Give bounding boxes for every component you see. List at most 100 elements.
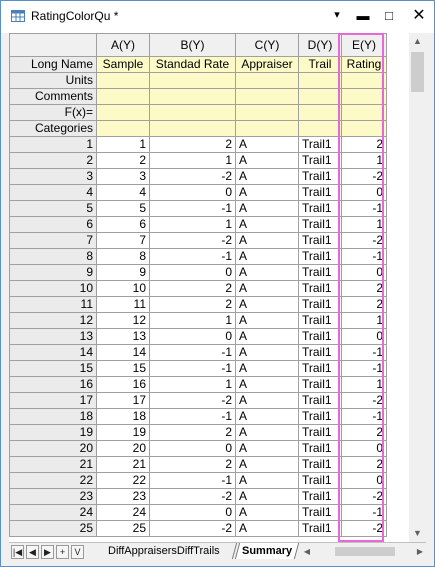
appraiser-cell[interactable]: A xyxy=(235,360,299,377)
row-number[interactable]: 23 xyxy=(9,488,97,505)
trail-cell[interactable]: Trail1 xyxy=(298,232,342,249)
row-label-long-name[interactable]: Long Name xyxy=(9,56,97,73)
trail-cell[interactable]: Trail1 xyxy=(298,168,342,185)
units-cell[interactable] xyxy=(235,72,299,89)
row-number[interactable]: 19 xyxy=(9,424,97,441)
column-header-e[interactable]: E(Y) xyxy=(341,33,387,57)
categories-cell[interactable] xyxy=(298,120,342,137)
maximize-button[interactable]: □ xyxy=(373,1,405,33)
trail-cell[interactable]: Trail1 xyxy=(298,184,342,201)
appraiser-cell[interactable]: A xyxy=(235,456,299,473)
rating-cell[interactable]: -1 xyxy=(341,360,387,377)
trail-cell[interactable]: Trail1 xyxy=(298,248,342,265)
fx-cell[interactable] xyxy=(235,104,299,121)
trail-cell[interactable]: Trail1 xyxy=(298,440,342,457)
scroll-right-arrow-icon[interactable]: ▶ xyxy=(414,545,426,558)
row-number[interactable]: 17 xyxy=(9,392,97,409)
standard-rate-cell[interactable]: -2 xyxy=(149,392,236,409)
row-number[interactable]: 18 xyxy=(9,408,97,425)
long-name-cell[interactable]: Appraiser xyxy=(235,56,299,73)
sample-cell[interactable]: 11 xyxy=(96,296,150,313)
rating-cell[interactable]: -1 xyxy=(341,200,387,217)
row-number[interactable]: 9 xyxy=(9,264,97,281)
row-number[interactable]: 15 xyxy=(9,360,97,377)
sample-cell[interactable]: 7 xyxy=(96,232,150,249)
rating-cell[interactable]: -2 xyxy=(341,168,387,185)
long-name-cell[interactable]: Rating xyxy=(341,56,387,73)
categories-cell[interactable] xyxy=(235,120,299,137)
rating-cell[interactable]: -2 xyxy=(341,520,387,537)
standard-rate-cell[interactable]: -1 xyxy=(149,248,236,265)
rating-cell[interactable]: 0 xyxy=(341,328,387,345)
long-name-cell[interactable]: Trail xyxy=(298,56,342,73)
trail-cell[interactable]: Trail1 xyxy=(298,216,342,233)
sample-cell[interactable]: 22 xyxy=(96,472,150,489)
row-number[interactable]: 8 xyxy=(9,248,97,265)
categories-cell[interactable] xyxy=(149,120,236,137)
sample-cell[interactable]: 10 xyxy=(96,280,150,297)
column-header-c[interactable]: C(Y) xyxy=(235,33,299,57)
row-number[interactable]: 11 xyxy=(9,296,97,313)
fx-cell[interactable] xyxy=(341,104,387,121)
sample-cell[interactable]: 17 xyxy=(96,392,150,409)
trail-cell[interactable]: Trail1 xyxy=(298,328,342,345)
appraiser-cell[interactable]: A xyxy=(235,264,299,281)
row-number[interactable]: 21 xyxy=(9,456,97,473)
vertical-scroll-thumb[interactable] xyxy=(411,52,424,92)
appraiser-cell[interactable]: A xyxy=(235,328,299,345)
appraiser-cell[interactable]: A xyxy=(235,152,299,169)
sample-cell[interactable]: 12 xyxy=(96,312,150,329)
sheet-tab-summary[interactable]: Summary xyxy=(234,543,300,559)
trail-cell[interactable]: Trail1 xyxy=(298,504,342,521)
standard-rate-cell[interactable]: -2 xyxy=(149,520,236,537)
sample-cell[interactable]: 20 xyxy=(96,440,150,457)
sample-cell[interactable]: 3 xyxy=(96,168,150,185)
standard-rate-cell[interactable]: 1 xyxy=(149,216,236,233)
rating-cell[interactable]: 0 xyxy=(341,472,387,489)
column-header-b[interactable]: B(Y) xyxy=(149,33,236,57)
rating-cell[interactable]: 2 xyxy=(341,424,387,441)
appraiser-cell[interactable]: A xyxy=(235,408,299,425)
row-label-comments[interactable]: Comments xyxy=(9,88,97,105)
standard-rate-cell[interactable]: 1 xyxy=(149,152,236,169)
standard-rate-cell[interactable]: 0 xyxy=(149,328,236,345)
vertical-scrollbar[interactable]: ▲ ▼ xyxy=(409,33,426,542)
row-number[interactable]: 7 xyxy=(9,232,97,249)
row-number[interactable]: 2 xyxy=(9,152,97,169)
rating-cell[interactable]: -1 xyxy=(341,248,387,265)
column-header-a[interactable]: A(Y) xyxy=(96,33,150,57)
row-number[interactable]: 12 xyxy=(9,312,97,329)
sample-cell[interactable]: 6 xyxy=(96,216,150,233)
standard-rate-cell[interactable]: -2 xyxy=(149,232,236,249)
scroll-up-arrow-icon[interactable]: ▲ xyxy=(409,33,426,50)
sample-cell[interactable]: 15 xyxy=(96,360,150,377)
trail-cell[interactable]: Trail1 xyxy=(298,344,342,361)
row-number[interactable]: 24 xyxy=(9,504,97,521)
standard-rate-cell[interactable]: 2 xyxy=(149,296,236,313)
standard-rate-cell[interactable]: 1 xyxy=(149,376,236,393)
standard-rate-cell[interactable]: -2 xyxy=(149,488,236,505)
appraiser-cell[interactable]: A xyxy=(235,216,299,233)
row-number[interactable]: 22 xyxy=(9,472,97,489)
rating-cell[interactable]: 1 xyxy=(341,312,387,329)
standard-rate-cell[interactable]: -1 xyxy=(149,360,236,377)
trail-cell[interactable]: Trail1 xyxy=(298,200,342,217)
trail-cell[interactable]: Trail1 xyxy=(298,456,342,473)
appraiser-cell[interactable]: A xyxy=(235,504,299,521)
sample-cell[interactable]: 13 xyxy=(96,328,150,345)
long-name-cell[interactable]: Sample xyxy=(96,56,150,73)
trail-cell[interactable]: Trail1 xyxy=(298,424,342,441)
appraiser-cell[interactable]: A xyxy=(235,344,299,361)
sample-cell[interactable]: 18 xyxy=(96,408,150,425)
trail-cell[interactable]: Trail1 xyxy=(298,152,342,169)
row-number[interactable]: 5 xyxy=(9,200,97,217)
appraiser-cell[interactable]: A xyxy=(235,136,299,153)
standard-rate-cell[interactable]: -1 xyxy=(149,472,236,489)
trail-cell[interactable]: Trail1 xyxy=(298,312,342,329)
comments-cell[interactable] xyxy=(235,88,299,105)
standard-rate-cell[interactable]: 0 xyxy=(149,440,236,457)
units-cell[interactable] xyxy=(298,72,342,89)
column-header-d[interactable]: D(Y) xyxy=(298,33,342,57)
standard-rate-cell[interactable]: 2 xyxy=(149,136,236,153)
standard-rate-cell[interactable]: 2 xyxy=(149,424,236,441)
